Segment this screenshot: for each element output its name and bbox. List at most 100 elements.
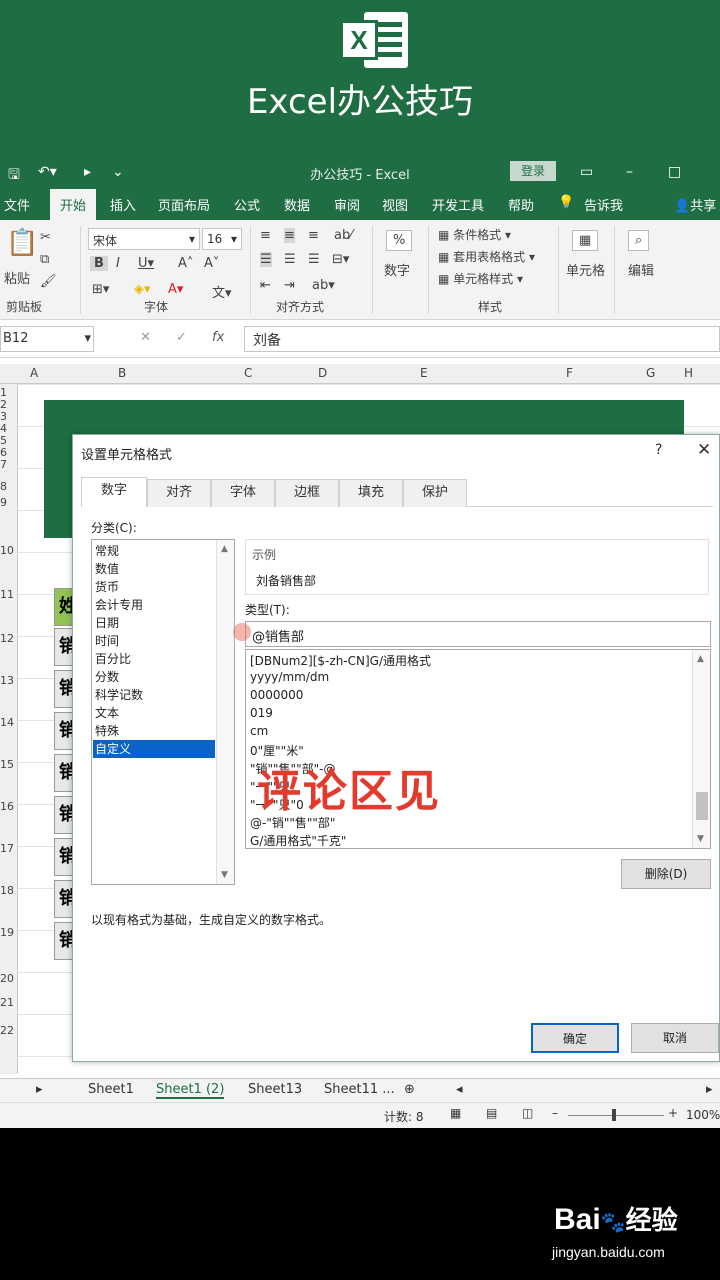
row-header[interactable]: 14 bbox=[0, 716, 14, 729]
category-item[interactable]: 会计专用 bbox=[93, 596, 215, 614]
row-header[interactable]: 7 bbox=[0, 458, 7, 471]
tab-tell-me[interactable]: 告诉我 bbox=[584, 195, 623, 214]
zoom-level[interactable]: 100% bbox=[686, 1108, 720, 1122]
page-layout-view-icon[interactable]: ▤ bbox=[486, 1106, 497, 1120]
row-header[interactable]: 15 bbox=[0, 758, 14, 771]
row-header[interactable]: 17 bbox=[0, 842, 14, 855]
category-item[interactable]: 常规 bbox=[93, 542, 215, 560]
col-header[interactable]: C bbox=[244, 366, 252, 380]
tab-insert[interactable]: 插入 bbox=[110, 195, 136, 214]
align-center-icon[interactable]: ☰ bbox=[284, 252, 296, 267]
name-box[interactable]: B12 ▾ bbox=[0, 326, 94, 352]
paste-button[interactable]: 粘贴 bbox=[4, 268, 30, 287]
category-item[interactable]: 科学记数 bbox=[93, 686, 215, 704]
tab-number[interactable]: 数字 bbox=[81, 477, 147, 507]
col-header[interactable]: B bbox=[118, 366, 126, 380]
type-list-scrollbar[interactable]: ▲ ▼ bbox=[692, 650, 710, 848]
cell[interactable]: 销 bbox=[54, 628, 77, 666]
bold-button[interactable]: B bbox=[90, 256, 108, 271]
merge-icon[interactable]: ab▾ bbox=[312, 278, 335, 293]
formula-input[interactable]: 刘备 bbox=[244, 326, 720, 352]
type-item[interactable]: [DBNum2][$-zh-CN]G/通用格式 bbox=[250, 652, 431, 670]
row-header[interactable]: 12 bbox=[0, 632, 14, 645]
category-item[interactable]: 时间 bbox=[93, 632, 215, 650]
ok-button[interactable]: 确定 bbox=[531, 1023, 619, 1053]
maximize-icon[interactable]: □ bbox=[668, 164, 681, 180]
scroll-down-icon[interactable]: ▼ bbox=[221, 870, 228, 880]
type-item[interactable]: G/通用格式"千克" bbox=[250, 832, 346, 848]
category-item[interactable]: 货币 bbox=[93, 578, 215, 596]
cell[interactable]: 销 bbox=[54, 922, 77, 960]
format-as-table-button[interactable]: ▦ 套用表格格式 ▾ bbox=[438, 248, 535, 265]
sheet-tab[interactable]: Sheet1 bbox=[88, 1082, 134, 1097]
col-header[interactable]: G bbox=[646, 366, 655, 380]
col-header[interactable]: E bbox=[420, 366, 428, 380]
decrease-indent-icon[interactable]: ⇤ bbox=[260, 278, 271, 293]
grow-font-icon[interactable]: A˄ bbox=[178, 256, 193, 271]
delete-button[interactable]: 删除(D) bbox=[621, 859, 711, 889]
font-color-icon[interactable]: A▾ bbox=[168, 282, 183, 297]
number-format-button[interactable]: 数字 bbox=[384, 260, 410, 279]
col-header[interactable]: D bbox=[318, 366, 327, 380]
scroll-up-icon[interactable]: ▲ bbox=[697, 654, 704, 664]
category-scrollbar[interactable]: ▲ ▼ bbox=[216, 540, 234, 884]
paste-icon[interactable]: 📋 bbox=[6, 228, 38, 258]
scroll-thumb[interactable] bbox=[696, 792, 708, 820]
page-break-view-icon[interactable]: ◫ bbox=[522, 1106, 533, 1120]
scroll-up-icon[interactable]: ▲ bbox=[221, 544, 228, 554]
type-list[interactable]: [DBNum2][$-zh-CN]G/通用格式 yyyy/mm/dm 00000… bbox=[245, 649, 711, 849]
row-header[interactable]: 16 bbox=[0, 800, 14, 813]
row-header[interactable]: 18 bbox=[0, 884, 14, 897]
row-header[interactable]: 13 bbox=[0, 674, 14, 687]
category-item-selected[interactable]: 自定义 bbox=[93, 740, 215, 758]
tab-border[interactable]: 边框 bbox=[275, 479, 339, 507]
cells-button[interactable]: 单元格 bbox=[566, 260, 605, 279]
increase-indent-icon[interactable]: ⇥ bbox=[284, 278, 295, 293]
col-header[interactable]: A bbox=[30, 366, 38, 380]
tab-protection[interactable]: 保护 bbox=[403, 479, 467, 507]
cell[interactable]: 销 bbox=[54, 880, 77, 918]
cell[interactable]: 销 bbox=[54, 712, 77, 750]
confirm-entry-icon[interactable]: ✓ bbox=[176, 330, 187, 345]
tab-formulas[interactable]: 公式 bbox=[234, 195, 260, 214]
type-item[interactable]: yyyy/mm/dm bbox=[250, 670, 329, 688]
tab-fill[interactable]: 填充 bbox=[339, 479, 403, 507]
normal-view-icon[interactable]: ▦ bbox=[450, 1106, 461, 1120]
copy-icon[interactable]: ⧉ bbox=[40, 252, 49, 267]
cell[interactable]: 销 bbox=[54, 670, 77, 708]
cut-icon[interactable]: ✂ bbox=[40, 230, 51, 245]
category-list[interactable]: 常规 数值 货币 会计专用 日期 时间 百分比 分数 科学记数 文本 特殊 自定… bbox=[91, 539, 235, 885]
orientation-icon[interactable]: ab⁄ bbox=[334, 228, 352, 243]
tab-font[interactable]: 字体 bbox=[211, 479, 275, 507]
ribbon-display-icon[interactable]: ▭ bbox=[580, 164, 593, 180]
scroll-sheets-icon[interactable]: ▸ bbox=[36, 1082, 43, 1097]
row-header[interactable]: 10 bbox=[0, 544, 14, 557]
col-header[interactable]: F bbox=[566, 366, 573, 380]
category-item[interactable]: 日期 bbox=[93, 614, 215, 632]
tab-file[interactable]: 文件 bbox=[4, 195, 30, 214]
wrap-text-icon[interactable]: ⊟▾ bbox=[332, 252, 349, 267]
sheet-tab-active[interactable]: Sheet1 (2) bbox=[156, 1082, 225, 1099]
scroll-down-icon[interactable]: ▼ bbox=[697, 834, 704, 844]
tab-help[interactable]: 帮助 bbox=[508, 195, 534, 214]
close-button[interactable]: ✕ bbox=[697, 440, 711, 460]
align-middle-icon[interactable]: ≡ bbox=[284, 228, 295, 243]
sheet-tab[interactable]: Sheet13 bbox=[248, 1082, 302, 1097]
zoom-out-icon[interactable]: – bbox=[552, 1106, 558, 1120]
category-item[interactable]: 文本 bbox=[93, 704, 215, 722]
cell-styles-button[interactable]: ▦ 单元格样式 ▾ bbox=[438, 270, 523, 287]
login-button[interactable]: 登录 bbox=[510, 161, 556, 181]
type-item[interactable]: 0000000 bbox=[250, 688, 303, 706]
row-header[interactable]: 20 bbox=[0, 972, 14, 985]
cells-icon[interactable]: ▦ bbox=[572, 230, 599, 251]
sheet-tab[interactable]: Sheet11 ... bbox=[324, 1082, 395, 1097]
tab-data[interactable]: 数据 bbox=[284, 195, 310, 214]
zoom-slider[interactable] bbox=[568, 1115, 664, 1116]
cancel-button[interactable]: 取消 bbox=[631, 1023, 719, 1053]
zoom-thumb[interactable] bbox=[612, 1109, 616, 1121]
type-input[interactable]: @销售部 bbox=[245, 621, 711, 647]
row-header[interactable]: 8 bbox=[0, 480, 7, 493]
font-size-select[interactable]: 16 ▾ bbox=[202, 228, 242, 250]
row-header[interactable]: 11 bbox=[0, 588, 14, 601]
fill-color-icon[interactable]: ◈▾ bbox=[134, 282, 151, 297]
